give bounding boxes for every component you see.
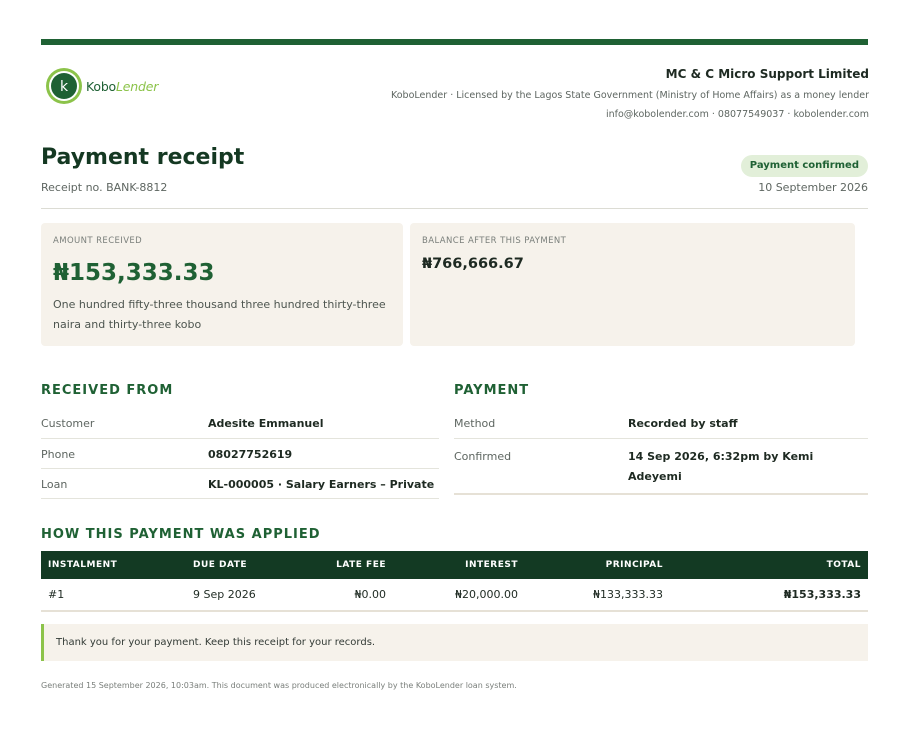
customer-label: Customer	[41, 408, 208, 439]
allocation-header-row: INSTALMENT DUE DATE LATE FEE INTEREST PR…	[41, 551, 868, 579]
received-from-row: Customer Adesite Emmanuel	[41, 408, 439, 439]
page-title: Payment receipt	[41, 145, 245, 170]
receipt-date: 10 September 2026	[758, 181, 868, 194]
received-from-row: Loan KL-000005 · Salary Earners – Privat…	[41, 468, 439, 499]
method-value: Recorded by staff	[628, 408, 868, 439]
balance-label: BALANCE AFTER THIS PAYMENT	[422, 236, 567, 246]
company-license: KoboLender · Licensed by the Lagos State…	[390, 90, 869, 101]
cell-principal: ₦133,333.33	[525, 579, 670, 612]
col-late-fee: LATE FEE	[299, 551, 393, 579]
thank-you-note: Thank you for your payment. Keep this re…	[41, 624, 868, 661]
receipt-number: Receipt no. BANK-8812	[41, 181, 168, 194]
cell-late-fee: ₦0.00	[299, 579, 393, 612]
phone-label: Phone	[41, 438, 208, 469]
payment-row: Confirmed 14 Sep 2026, 6:32pm by Kemi Ad…	[454, 438, 868, 495]
table-row: #1 9 Sep 2026 ₦0.00 ₦20,000.00 ₦133,333.…	[41, 579, 868, 612]
received-from-row: Phone 08027752619	[41, 438, 439, 469]
company-name: MC & C Micro Support Limited	[665, 67, 869, 81]
payment-row: Method Recorded by staff	[454, 408, 868, 439]
phone-value: 08027752619	[208, 438, 439, 469]
amount-in-words: One hundred fifty-three thousand three h…	[53, 298, 386, 331]
logo-wordmark-lender: Lender	[116, 78, 159, 94]
allocation-heading: HOW THIS PAYMENT WAS APPLIED	[41, 527, 321, 542]
top-accent-bar	[41, 39, 868, 45]
method-label: Method	[454, 408, 628, 439]
col-due-date: DUE DATE	[186, 551, 299, 579]
balance-value: ₦766,666.67	[422, 256, 524, 272]
logo-letter: k	[60, 79, 69, 95]
header-divider	[41, 208, 868, 209]
cell-total: ₦153,333.33	[670, 579, 868, 612]
company-info: MC & C Micro Support Limited KoboLender …	[391, 66, 869, 124]
cell-due-date: 9 Sep 2026	[186, 579, 299, 612]
cell-instalment: #1	[41, 579, 186, 612]
cell-interest: ₦20,000.00	[393, 579, 525, 612]
col-total: TOTAL	[670, 551, 868, 579]
logo-wordmark-kobo: Kobo	[86, 78, 117, 94]
payment-heading: PAYMENT	[454, 383, 530, 398]
amount-received-value: ₦153,333.33	[53, 260, 215, 286]
amount-received-label: AMOUNT RECEIVED	[53, 236, 143, 246]
confirmed-value: 14 Sep 2026, 6:32pm by Kemi Adeyemi	[628, 438, 868, 495]
loan-value: KL-000005 · Salary Earners – Private	[208, 468, 439, 499]
amount-received-card: AMOUNT RECEIVED ₦153,333.33 One hundred …	[41, 223, 403, 346]
confirmed-label: Confirmed	[454, 438, 628, 495]
logo-wordmark: KoboLender	[86, 79, 158, 94]
company-contact: info@kobolender.com · 08077549037 · kobo…	[605, 109, 869, 120]
col-instalment: INSTALMENT	[41, 551, 186, 579]
kobolender-logo-icon: k	[46, 68, 82, 104]
payment-table: Method Recorded by staff Confirmed 14 Se…	[454, 408, 868, 495]
company-logo: k KoboLender	[45, 67, 158, 105]
customer-value: Adesite Emmanuel	[208, 408, 439, 439]
received-from-table: Customer Adesite Emmanuel Phone 08027752…	[41, 408, 439, 499]
col-interest: INTEREST	[393, 551, 525, 579]
col-principal: PRINCIPAL	[525, 551, 670, 579]
generated-footer: Generated 15 September 2026, 10:03am. Th…	[41, 681, 517, 690]
status-badge: Payment confirmed	[740, 155, 868, 177]
allocation-table: INSTALMENT DUE DATE LATE FEE INTEREST PR…	[41, 551, 868, 612]
loan-label: Loan	[41, 468, 208, 499]
received-from-heading: RECEIVED FROM	[41, 383, 174, 398]
balance-card: BALANCE AFTER THIS PAYMENT ₦766,666.67	[410, 223, 855, 346]
